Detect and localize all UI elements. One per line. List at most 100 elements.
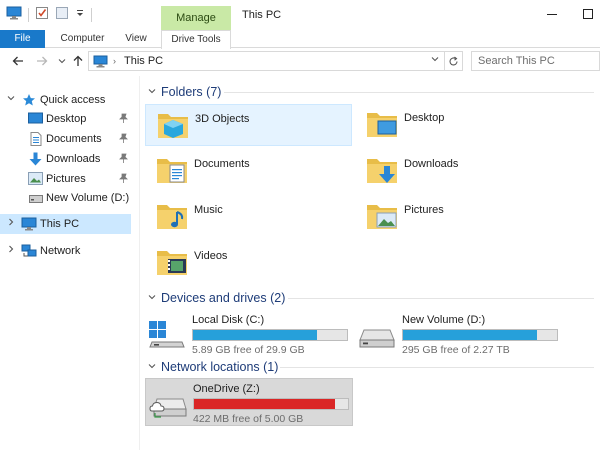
drive-local-disk-c[interactable]: Local Disk (C:) 5.89 GB free of 29.9 GB: [145, 310, 353, 358]
chevron-down-icon[interactable]: [431, 55, 439, 65]
sidebar-item-new-volume[interactable]: New Volume (D:): [0, 188, 131, 208]
computer-icon: [93, 55, 108, 71]
chevron-right-icon[interactable]: [7, 218, 15, 228]
folder-name: 3D Objects: [195, 113, 250, 125]
music-folder-icon: [155, 199, 189, 236]
navigation-bar: › This PC Search This PC: [0, 49, 600, 74]
forward-button[interactable]: [34, 53, 50, 69]
group-divider: [280, 367, 594, 368]
drive-usage-fill: [403, 330, 538, 340]
videos-folder-icon: [155, 245, 189, 282]
search-placeholder: Search This PC: [478, 55, 555, 67]
computer-icon: [21, 217, 37, 234]
documents-icon: [30, 132, 42, 149]
search-input[interactable]: Search This PC: [471, 51, 600, 71]
maximize-button[interactable]: [576, 2, 600, 26]
sidebar-item-pictures[interactable]: Pictures: [0, 169, 131, 189]
group-title: Folders (7): [161, 85, 222, 99]
drive-name: OneDrive (Z:): [193, 383, 260, 395]
folder-downloads[interactable]: Downloads: [355, 150, 562, 192]
chevron-down-icon[interactable]: [7, 94, 15, 104]
folder-music[interactable]: Music: [145, 196, 352, 238]
drive-usage-bar: [192, 329, 348, 341]
tab-computer[interactable]: Computer: [55, 30, 110, 48]
group-header-devices[interactable]: Devices and drives (2): [148, 289, 598, 307]
drive-name: New Volume (D:): [402, 314, 486, 326]
sidebar-item-label: Documents: [46, 133, 102, 145]
computer-icon[interactable]: [6, 6, 22, 23]
folder-name: Videos: [194, 250, 228, 262]
folder-name: Downloads: [404, 158, 459, 170]
sidebar-item-label: Desktop: [46, 113, 87, 125]
group-title: Network locations (1): [161, 360, 279, 374]
network-icon: [21, 244, 37, 261]
tab-drive-tools[interactable]: Drive Tools: [161, 30, 231, 49]
back-button[interactable]: [10, 53, 26, 69]
pin-icon[interactable]: [119, 153, 128, 166]
chevron-right-icon[interactable]: ›: [113, 56, 116, 66]
refresh-button[interactable]: [445, 51, 463, 71]
new-folder-icon[interactable]: [55, 6, 69, 23]
properties-icon[interactable]: [35, 6, 49, 23]
tab-manage[interactable]: Manage: [161, 6, 231, 30]
group-divider: [288, 298, 594, 299]
chevron-right-icon[interactable]: [7, 245, 15, 255]
windows-drive-icon: [148, 320, 186, 353]
sidebar-item-documents[interactable]: Documents: [0, 129, 131, 149]
sidebar-item-desktop[interactable]: Desktop: [0, 109, 131, 129]
pin-icon[interactable]: [119, 133, 128, 146]
drive-free-space: 422 MB free of 5.00 GB: [193, 413, 304, 425]
sidebar-item-downloads[interactable]: Downloads: [0, 149, 131, 169]
star-icon: [22, 93, 36, 110]
group-header-network-locations[interactable]: Network locations (1): [148, 358, 598, 376]
recent-locations-button[interactable]: [56, 53, 68, 69]
sidebar-item-network[interactable]: Network: [0, 241, 131, 261]
drive-new-volume-d[interactable]: New Volume (D:) 295 GB free of 2.27 TB: [355, 310, 563, 358]
content-pane: Folders (7) 3D Objects Desktop Documents…: [141, 76, 600, 450]
folder-name: Pictures: [404, 204, 444, 216]
folder-name: Desktop: [404, 112, 445, 124]
pin-icon[interactable]: [119, 173, 128, 186]
drive-free-space: 5.89 GB free of 29.9 GB: [192, 344, 305, 356]
tab-view[interactable]: View: [115, 30, 157, 48]
desktop-icon: [28, 112, 43, 128]
pin-icon[interactable]: [119, 113, 128, 126]
drive-usage-bar: [193, 398, 349, 410]
chevron-down-icon[interactable]: [148, 362, 156, 372]
sidebar-item-quick-access[interactable]: Quick access: [0, 90, 131, 110]
folder-pictures[interactable]: Pictures: [355, 196, 562, 238]
pictures-folder-icon: [365, 199, 399, 236]
drive-onedrive-z[interactable]: OneDrive (Z:) 422 MB free of 5.00 GB: [145, 378, 353, 426]
drive-free-space: 295 GB free of 2.27 TB: [402, 344, 510, 356]
up-button[interactable]: [70, 53, 86, 69]
sidebar-item-label: Downloads: [46, 153, 101, 165]
ribbon-tabs: File Computer View Drive Tools: [0, 30, 600, 49]
folder-documents[interactable]: Documents: [145, 150, 352, 192]
quick-access-toolbar: [6, 6, 92, 23]
drive-usage-fill: [194, 399, 336, 409]
folder-3d-objects[interactable]: 3D Objects: [145, 104, 352, 146]
navigation-pane: Quick access Desktop Documents Downloads: [0, 76, 140, 450]
folder-videos[interactable]: Videos: [145, 242, 352, 284]
customize-toolbar-icon[interactable]: [75, 8, 85, 21]
onedrive-network-drive-icon: [149, 389, 187, 422]
window-title: This PC: [242, 9, 282, 21]
title-bar: Manage This PC: [0, 0, 600, 30]
sidebar-item-label: This PC: [40, 218, 80, 230]
folder-desktop[interactable]: Desktop: [355, 104, 562, 146]
toolbar-separator: [28, 7, 29, 22]
sidebar-item-label: Quick access: [40, 94, 106, 106]
address-bar[interactable]: › This PC: [88, 51, 445, 71]
group-header-folders[interactable]: Folders (7): [148, 83, 598, 101]
minimize-button[interactable]: [540, 2, 564, 26]
downloads-icon: [29, 152, 42, 169]
toolbar-separator: [91, 7, 92, 22]
tab-file[interactable]: File: [0, 30, 45, 48]
group-title: Devices and drives (2): [161, 291, 286, 305]
documents-folder-icon: [155, 153, 189, 190]
3d-objects-folder-icon: [156, 108, 190, 145]
chevron-down-icon[interactable]: [148, 293, 156, 303]
breadcrumb[interactable]: This PC: [124, 55, 163, 67]
sidebar-item-this-pc[interactable]: This PC: [0, 214, 131, 234]
chevron-down-icon[interactable]: [148, 87, 156, 97]
